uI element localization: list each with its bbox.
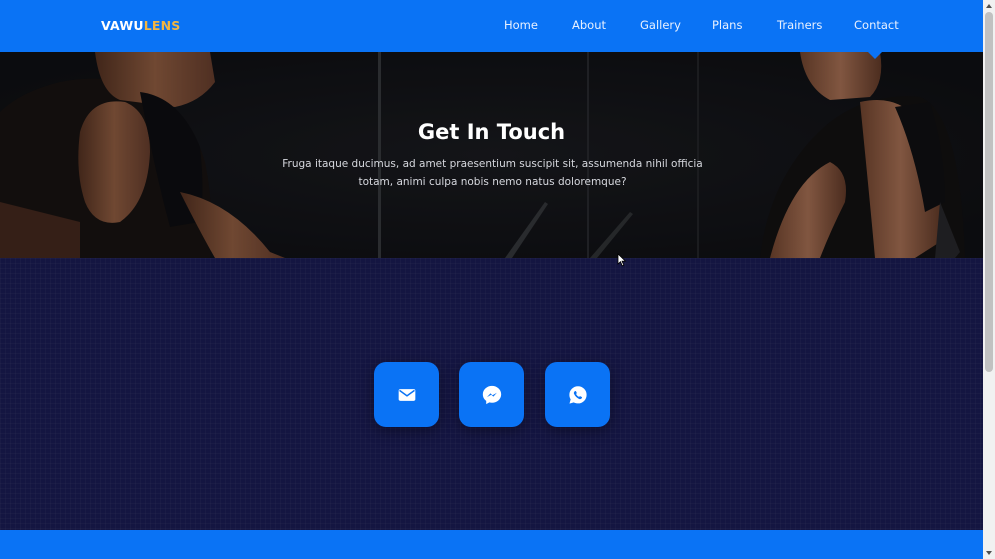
nav-link-plans[interactable]: Plans (712, 18, 742, 32)
nav-link-about[interactable]: About (572, 18, 606, 32)
contact-section (0, 258, 983, 530)
page-title: Get In Touch (417, 120, 566, 144)
mail-icon (398, 388, 415, 401)
navbar: VAWULENS Home About Gallery Plans Traine… (0, 0, 983, 52)
hero-banner: Get In Touch Fruga itaque ducimus, ad am… (0, 52, 983, 258)
nav-link-gallery[interactable]: Gallery (640, 18, 681, 32)
scroll-up-arrow-icon[interactable] (986, 4, 992, 8)
nav-link-trainers[interactable]: Trainers (777, 18, 822, 32)
whatsapp-button[interactable] (545, 362, 610, 427)
email-button[interactable] (374, 362, 439, 427)
nav-link-contact[interactable]: Contact (854, 18, 899, 32)
hero-description: Fruga itaque ducimus, ad amet praesentiu… (282, 158, 703, 188)
nav-link-home[interactable]: Home (504, 18, 538, 32)
nav-menu: Home About Gallery Plans Trainers Contac… (0, 0, 983, 52)
page-scrollbar[interactable] (983, 0, 995, 559)
active-nav-indicator (868, 52, 882, 59)
mouse-cursor-icon (617, 253, 627, 267)
messenger-button[interactable] (459, 362, 524, 427)
scroll-down-arrow-icon[interactable] (986, 551, 992, 555)
footer-bar (0, 530, 983, 559)
whatsapp-icon (568, 385, 587, 404)
messenger-icon (482, 385, 501, 404)
scrollbar-thumb[interactable] (985, 12, 993, 372)
